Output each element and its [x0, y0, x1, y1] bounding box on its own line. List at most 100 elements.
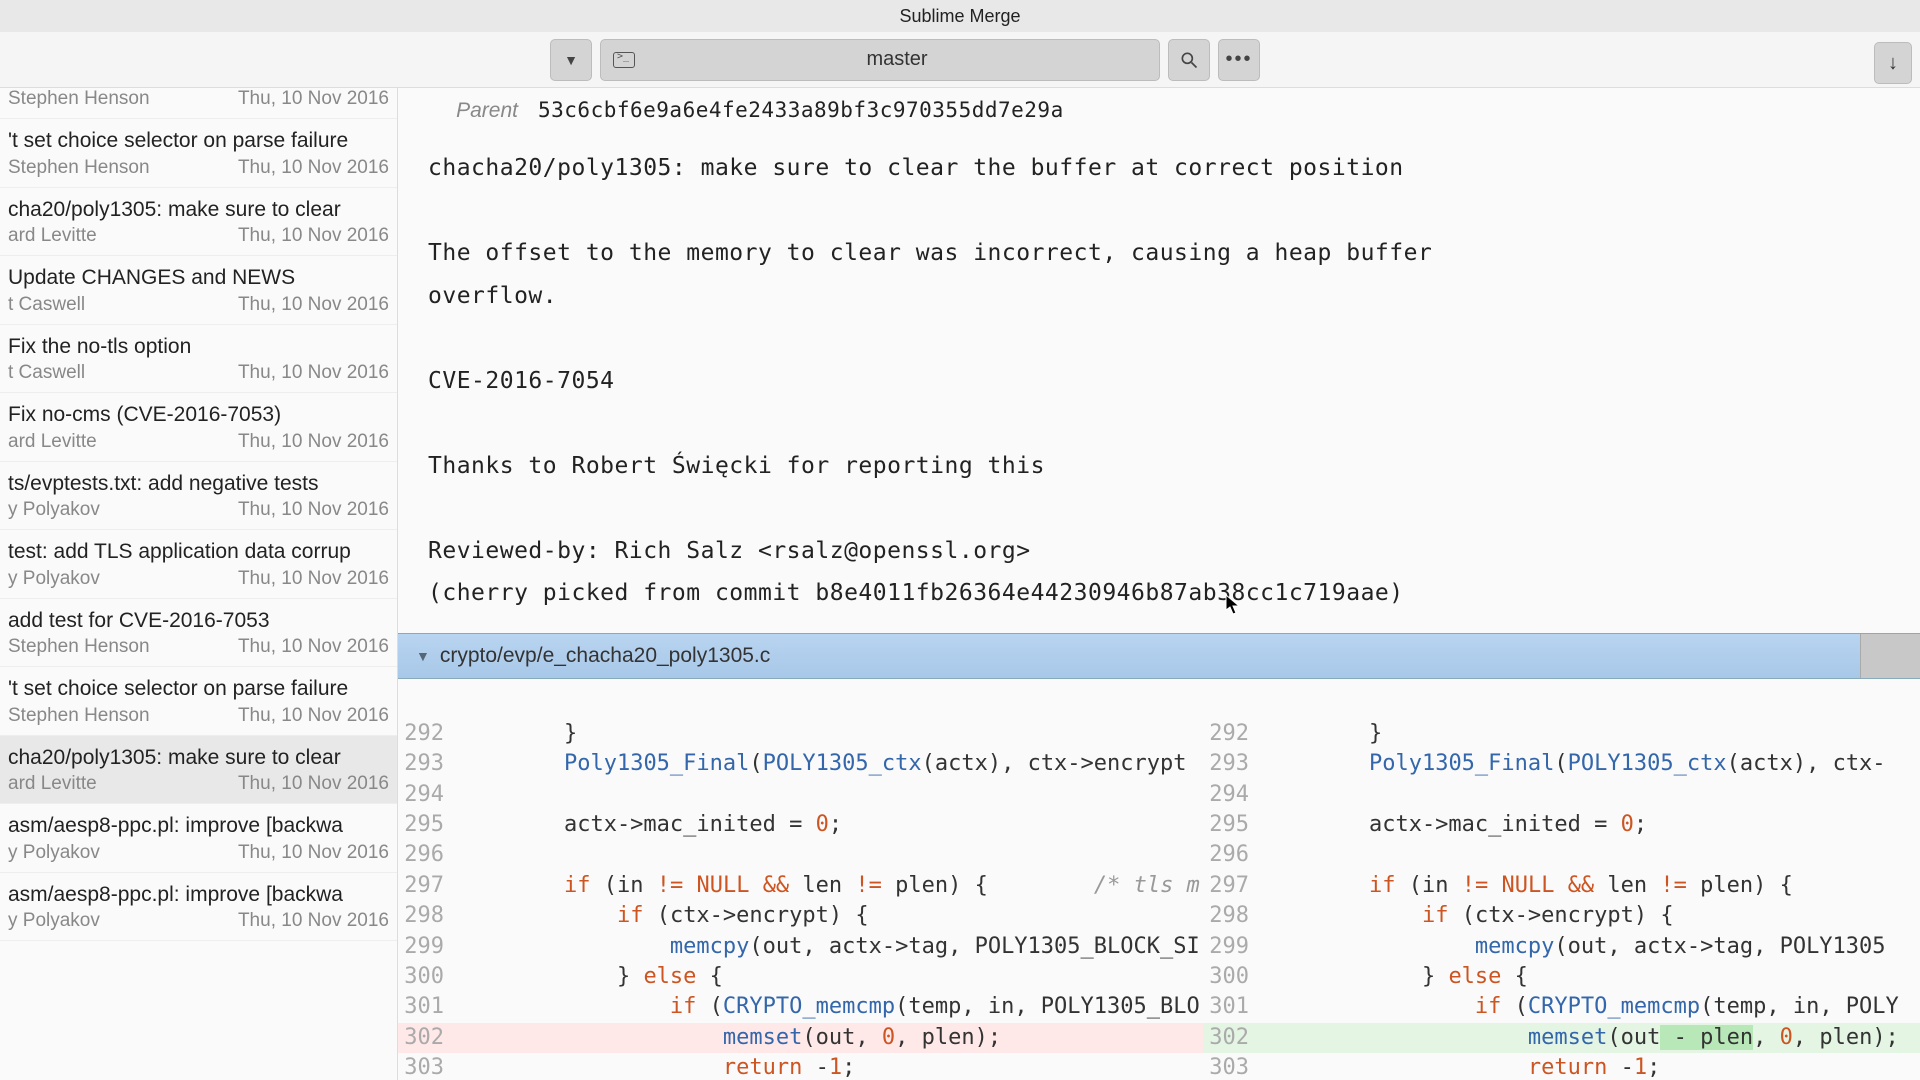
search-icon — [1179, 50, 1199, 70]
diff-line: 293 Poly1305_Final(POLY1305_ctx(actx), c… — [398, 749, 1203, 779]
diff-line: 292 } — [398, 719, 1203, 749]
code-text: if (ctx->encrypt) { — [458, 901, 1203, 931]
commit-subject: Update CHANGES and NEWS — [8, 262, 389, 294]
line-number: 294 — [1203, 780, 1263, 810]
line-number: 298 — [1203, 901, 1263, 931]
commit-subject: cha20/poly1305: make sure to clear — [8, 194, 389, 226]
parent-hash[interactable]: 53c6cbf6e9a6e4fe2433a89bf3c970355dd7e29a — [538, 98, 1064, 122]
line-number: 301 — [398, 992, 458, 1022]
code-text: return -1; — [458, 1053, 1203, 1080]
commit-item[interactable]: asm/aesp8-ppc.pl: improve [backway Polya… — [0, 873, 397, 942]
commit-item[interactable]: 't set choice selector on parse failureS… — [0, 667, 397, 736]
diff-line: 294 — [398, 780, 1203, 810]
diff-line: 300 } else { — [1203, 962, 1920, 992]
code-text: if (in != NULL && len != plen) { — [1263, 871, 1920, 901]
commit-date: Thu, 10 Nov 2016 — [230, 705, 389, 727]
commit-date: Thu, 10 Nov 2016 — [230, 773, 389, 795]
commit-date: Thu, 10 Nov 2016 — [230, 636, 389, 658]
sidebar-toggle-button[interactable]: ▼ — [550, 39, 592, 81]
code-text: Poly1305_Final(POLY1305_ctx(actx), ctx- — [1263, 749, 1920, 779]
branch-input[interactable] — [647, 48, 1147, 71]
code-text: } — [458, 719, 1203, 749]
commit-author: t Caswell — [8, 362, 85, 384]
diff-line: 302 memset(out - plen, 0, plen); — [1203, 1023, 1920, 1053]
commit-item[interactable]: cha20/poly1305: make sure to clearard Le… — [0, 188, 397, 257]
commit-date: Thu, 10 Nov 2016 — [230, 499, 389, 521]
pull-button[interactable]: ↓ — [1874, 42, 1912, 84]
diff-line: 292 } — [1203, 719, 1920, 749]
line-number: 292 — [398, 719, 458, 749]
diff-line: 293 Poly1305_Final(POLY1305_ctx(actx), c… — [1203, 749, 1920, 779]
diff-line: 303 return -1; — [398, 1053, 1203, 1080]
code-text: if (in != NULL && len != plen) { /* tls … — [458, 871, 1203, 901]
commit-item[interactable]: Stephen HensonThu, 10 Nov 2016 — [0, 88, 397, 119]
diff-right-pane[interactable]: 292 }293 Poly1305_Final(POLY1305_ctx(act… — [1203, 719, 1920, 1080]
commit-subject: test: add TLS application data corrup — [8, 536, 389, 568]
line-number: 292 — [1203, 719, 1263, 749]
commit-detail: Parent 53c6cbf6e9a6e4fe2433a89bf3c970355… — [398, 88, 1920, 1080]
diff-line: 299 memcpy(out, actx->tag, POLY1305_BLOC… — [398, 932, 1203, 962]
commit-author: y Polyakov — [8, 499, 100, 521]
commit-author: Stephen Henson — [8, 705, 150, 727]
commit-subject: cha20/poly1305: make sure to clear — [8, 742, 389, 774]
commit-author: t Caswell — [8, 294, 85, 316]
commit-item[interactable]: Update CHANGES and NEWSt CaswellThu, 10 … — [0, 256, 397, 325]
commit-item[interactable]: cha20/poly1305: make sure to clearard Le… — [0, 736, 397, 805]
line-number: 295 — [398, 810, 458, 840]
diff-view: 292 }293 Poly1305_Final(POLY1305_ctx(act… — [398, 679, 1920, 1080]
commit-author: Stephen Henson — [8, 636, 150, 658]
commit-date: Thu, 10 Nov 2016 — [230, 842, 389, 864]
line-number: 293 — [1203, 749, 1263, 779]
code-text: } else { — [1263, 962, 1920, 992]
commit-subject: add test for CVE-2016-7053 — [8, 605, 389, 637]
commit-item[interactable]: 't set choice selector on parse failureS… — [0, 119, 397, 188]
code-text: memset(out, 0, plen); — [458, 1023, 1203, 1053]
line-number: 302 — [398, 1023, 458, 1053]
diff-left-pane[interactable]: 292 }293 Poly1305_Final(POLY1305_ctx(act… — [398, 719, 1203, 1080]
app-title: Sublime Merge — [899, 6, 1020, 27]
code-text: if (ctx->encrypt) { — [1263, 901, 1920, 931]
diff-line: 303 return -1; — [1203, 1053, 1920, 1080]
commit-date: Thu, 10 Nov 2016 — [230, 431, 389, 453]
more-button[interactable]: ••• — [1218, 39, 1260, 81]
diff-line: 296 — [1203, 840, 1920, 870]
commit-date: Thu, 10 Nov 2016 — [230, 225, 389, 247]
diff-line: 298 if (ctx->encrypt) { — [398, 901, 1203, 931]
commit-item[interactable]: ts/evptests.txt: add negative testsy Pol… — [0, 462, 397, 531]
commit-item[interactable]: add test for CVE-2016-7053Stephen Henson… — [0, 599, 397, 668]
code-text — [1263, 840, 1920, 870]
line-number: 301 — [1203, 992, 1263, 1022]
file-options-button[interactable] — [1860, 634, 1920, 678]
commit-item[interactable]: Fix the no-tls optiont CaswellThu, 10 No… — [0, 325, 397, 394]
file-path: crypto/evp/e_chacha20_poly1305.c — [440, 644, 770, 668]
search-button[interactable] — [1168, 39, 1210, 81]
commit-author: y Polyakov — [8, 842, 100, 864]
code-text: memcpy(out, actx->tag, POLY1305_BLOCK_SI — [458, 932, 1203, 962]
commit-author: ard Levitte — [8, 773, 97, 795]
commit-subject: 't set choice selector on parse failure — [8, 673, 389, 705]
commit-date: Thu, 10 Nov 2016 — [230, 910, 389, 932]
commit-item[interactable]: test: add TLS application data corrupy P… — [0, 530, 397, 599]
line-number: 296 — [1203, 840, 1263, 870]
line-number: 299 — [1203, 932, 1263, 962]
code-text: actx->mac_inited = 0; — [458, 810, 1203, 840]
line-number: 303 — [1203, 1053, 1263, 1080]
file-hunk-header[interactable]: ▼ crypto/evp/e_chacha20_poly1305.c — [398, 633, 1920, 679]
diff-line: 295 actx->mac_inited = 0; — [398, 810, 1203, 840]
commit-item[interactable]: Fix no-cms (CVE-2016-7053)ard LevitteThu… — [0, 393, 397, 462]
commit-list[interactable]: Stephen HensonThu, 10 Nov 2016't set cho… — [0, 88, 398, 1080]
diff-line: 295 actx->mac_inited = 0; — [1203, 810, 1920, 840]
line-number: 297 — [1203, 871, 1263, 901]
diff-line: 302 memset(out, 0, plen); — [398, 1023, 1203, 1053]
more-icon: ••• — [1225, 48, 1252, 71]
line-number: 302 — [1203, 1023, 1263, 1053]
code-text — [458, 840, 1203, 870]
commit-date: Thu, 10 Nov 2016 — [230, 568, 389, 590]
diff-line: 298 if (ctx->encrypt) { — [1203, 901, 1920, 931]
branch-selector[interactable] — [600, 39, 1160, 81]
commit-item[interactable]: asm/aesp8-ppc.pl: improve [backway Polya… — [0, 804, 397, 873]
code-text: memset(out - plen, 0, plen); — [1263, 1023, 1920, 1053]
arrow-down-icon: ↓ — [1888, 52, 1898, 75]
commit-subject: ts/evptests.txt: add negative tests — [8, 468, 389, 500]
diff-line: 297 if (in != NULL && len != plen) { /* … — [398, 871, 1203, 901]
